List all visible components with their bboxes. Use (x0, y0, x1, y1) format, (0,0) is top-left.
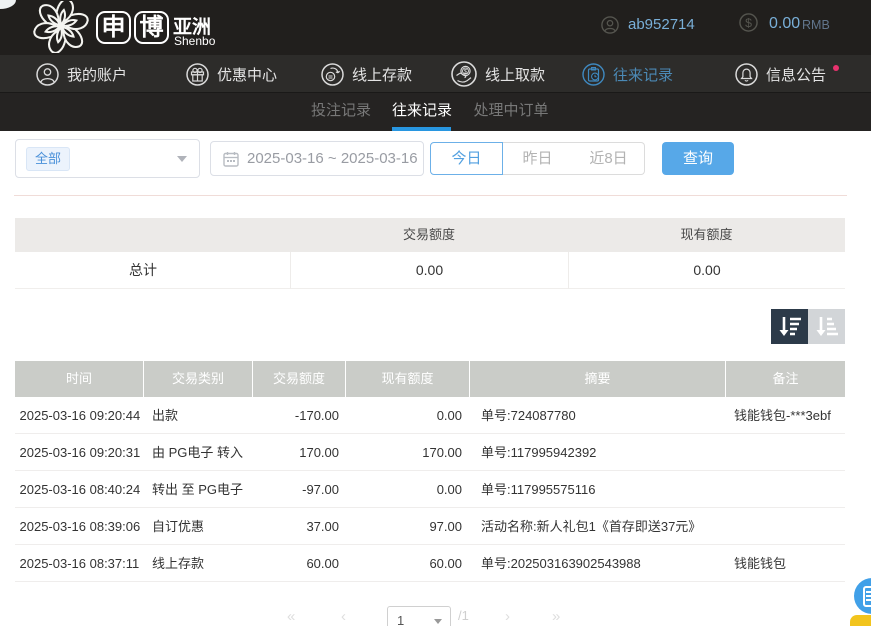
svg-text:$: $ (745, 16, 752, 30)
